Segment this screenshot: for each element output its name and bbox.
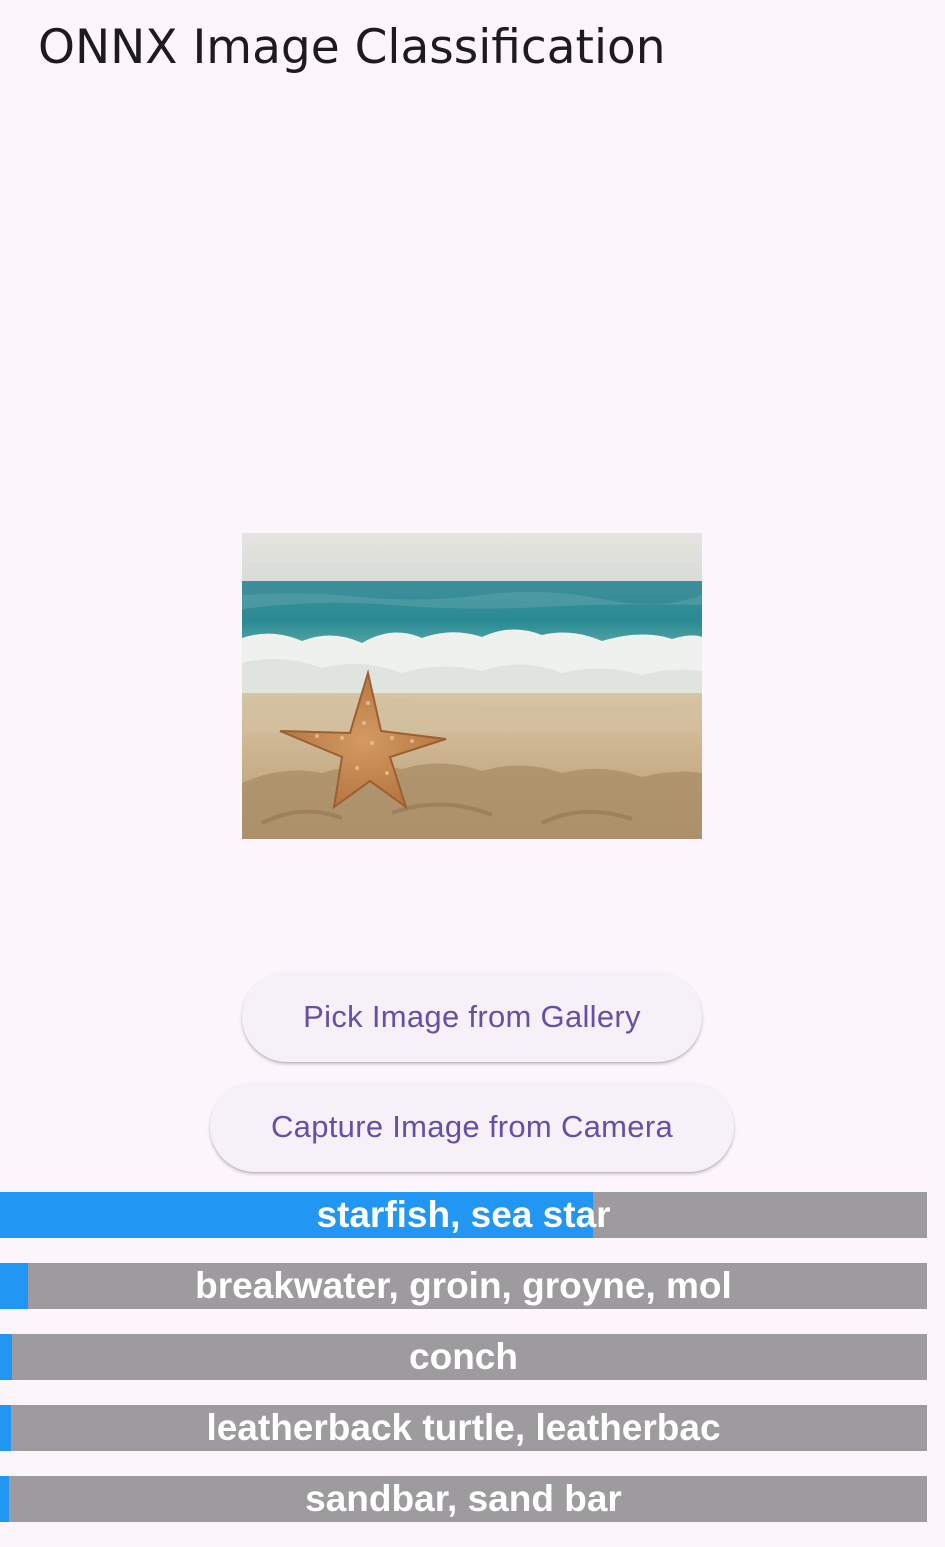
prediction-bar: starfish, sea star — [0, 1192, 927, 1238]
selected-image — [242, 533, 702, 839]
prediction-label: starfish, sea star — [316, 1194, 611, 1235]
app-title: ONNX Image Classification — [38, 20, 666, 75]
capture-camera-button[interactable]: Capture Image from Camera — [210, 1082, 734, 1172]
prediction-list: starfish, sea star breakwater, groin, gr… — [0, 1192, 927, 1547]
prediction-bar: breakwater, groin, groyne, mol — [0, 1263, 927, 1309]
prediction-bar: leatherback turtle, leatherbac — [0, 1405, 927, 1451]
prediction-label: sandbar, sand bar — [305, 1478, 622, 1519]
pick-gallery-button[interactable]: Pick Image from Gallery — [242, 972, 702, 1062]
prediction-bar: conch — [0, 1334, 927, 1380]
prediction-label: conch — [409, 1336, 518, 1377]
prediction-bar: sandbar, sand bar — [0, 1476, 927, 1522]
prediction-label: leatherback turtle, leatherbac — [206, 1407, 721, 1448]
prediction-label: breakwater, groin, groyne, mol — [195, 1265, 732, 1306]
